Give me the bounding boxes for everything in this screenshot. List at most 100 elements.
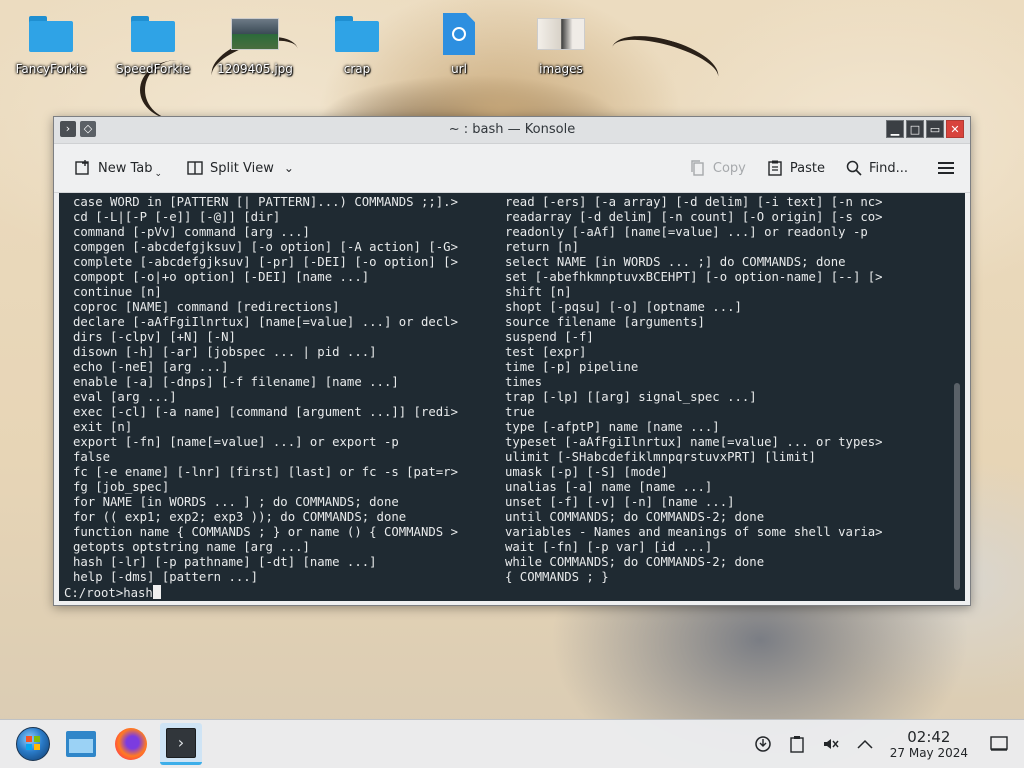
clock[interactable]: 02:42 27 May 2024 [889, 727, 968, 760]
terminal-line: exec [-cl] [-a name] [command [argument … [73, 405, 458, 419]
image-thumbnail-icon [231, 18, 279, 50]
new-tab-label: New Tab [98, 160, 153, 176]
clipboard-icon[interactable] [786, 733, 808, 755]
terminal-line: unalias [-a] name [name ...] [505, 480, 713, 494]
show-desktop-icon[interactable] [988, 733, 1010, 755]
folder-icon [29, 16, 73, 52]
chevron-down-icon: ⌄ [283, 161, 294, 175]
terminal-line: coproc [NAME] command [redirections] [73, 300, 340, 314]
desktop-icon-images[interactable]: images [513, 10, 609, 76]
terminal-line: help [-dms] [pattern ...] [73, 570, 259, 584]
terminal-line: wait [-fn] [-p var] [id ...] [505, 540, 713, 554]
terminal-line: set [-abefhkmnptuvxBCEHPT] [-o option-na… [505, 270, 883, 284]
desktop-icon-crap[interactable]: crap [309, 10, 405, 76]
konsole-toolbar: New Tab ⌄ Split View ⌄ Copy Paste Find..… [54, 144, 970, 193]
paste-label: Paste [789, 160, 825, 176]
split-view-label: Split View [210, 160, 274, 176]
paste-button[interactable]: Paste [766, 159, 825, 177]
terminal-output-left-column: case WORD in [PATTERN [| PATTERN]...) CO… [73, 195, 503, 585]
copy-button[interactable]: Copy [689, 159, 746, 177]
terminal-line: continue [n] [73, 285, 162, 299]
terminal-line: suspend [-f] [505, 330, 594, 344]
desktop-icon-label: crap [343, 62, 371, 76]
terminal-line: until COMMANDS; do COMMANDS-2; done [505, 510, 765, 524]
folder-icon [335, 16, 379, 52]
start-menu-button[interactable] [12, 723, 54, 765]
text-cursor [152, 585, 161, 599]
split-view-icon [187, 161, 203, 175]
hamburger-menu-icon[interactable] [938, 162, 954, 174]
terminal-line: dirs [-clpv] [+N] [-N] [73, 330, 236, 344]
file-manager-button[interactable] [60, 723, 102, 765]
firefox-button[interactable] [110, 723, 152, 765]
terminal-line: declare [-aAfFgiIlnrtux] [name[=value] .… [73, 315, 458, 329]
terminal-line: { COMMANDS ; } [505, 570, 609, 584]
desktop-icon-label: url [451, 62, 467, 76]
terminal-line: echo [-neE] [arg ...] [73, 360, 229, 374]
terminal-line: test [expr] [505, 345, 587, 359]
desktop-icon-label: FancyForkie [15, 62, 87, 76]
network-icon[interactable] [752, 733, 774, 755]
terminal-line: disown [-h] [-ar] [jobspec ... | pid ...… [73, 345, 377, 359]
terminal-line: umask [-p] [-S] [mode] [505, 465, 668, 479]
terminal-line: for (( exp1; exp2; exp3 )); do COMMANDS;… [73, 510, 407, 524]
terminal-line: variables - Names and meanings of some s… [505, 525, 883, 539]
terminal-line: select NAME [in WORDS ... ;] do COMMANDS… [505, 255, 846, 269]
taskbar: › 02:42 27 May 2024 [0, 719, 1024, 768]
terminal-line: exit [n] [73, 420, 133, 434]
terminal-line: compgen [-abcdefgjksuv] [-o option] [-A … [73, 240, 458, 254]
clock-date: 27 May 2024 [889, 745, 968, 760]
desktop-icon-speedforkie[interactable]: SpeedForkie [105, 10, 201, 76]
desktop-icon-label: 1209405.jpg [217, 62, 293, 76]
find-label: Find... [868, 160, 908, 176]
search-icon [846, 160, 862, 176]
terminal-line: trap [-lp] [[arg] signal_spec ...] [505, 390, 757, 404]
maximize-button[interactable]: □ [906, 120, 924, 138]
terminal-line: readarray [-d delim] [-n count] [-O orig… [505, 210, 883, 224]
new-tab-button[interactable]: New Tab ⌄ [74, 159, 166, 179]
new-tab-icon [75, 160, 89, 175]
copy-label: Copy [712, 160, 746, 176]
terminal-line: readonly [-aAf] [name[=value] ...] or re… [505, 225, 868, 239]
konsole-task-button[interactable]: › [160, 723, 202, 765]
terminal-line: type [-afptP] name [name ...] [505, 420, 720, 434]
desktop-icon-label: images [539, 62, 583, 76]
terminal-line: fc [-e ename] [-lnr] [first] [last] or f… [73, 465, 458, 479]
dropdown-arrow-icon: ⌄ [154, 169, 163, 179]
terminal-line: time [-p] pipeline [505, 360, 639, 374]
split-view-button[interactable]: Split View ⌄ [186, 159, 294, 177]
minimize-button[interactable]: ▁ [886, 120, 904, 138]
terminal-line: times [505, 375, 543, 389]
terminal-line: while COMMANDS; do COMMANDS-2; done [505, 555, 765, 569]
folder-icon [131, 16, 175, 52]
clock-time: 02:42 [907, 727, 951, 746]
paste-icon [768, 160, 782, 176]
desktop-icon-1209405-jpg[interactable]: 1209405.jpg [207, 10, 303, 76]
terminal-line: cd [-L|[-P [-e]] [-@]] [dir] [73, 210, 281, 224]
window-title: ~ : bash — Konsole [448, 122, 576, 137]
terminal-line: true [505, 405, 535, 419]
terminal-output-right-column: read [-ers] [-a array] [-d delim] [-i te… [505, 195, 935, 585]
terminal-line: source filename [arguments] [505, 315, 705, 329]
terminal-view[interactable]: case WORD in [PATTERN [| PATTERN]...) CO… [59, 193, 965, 601]
copy-icon [691, 160, 704, 176]
close-button[interactable]: ✕ [946, 120, 964, 138]
find-button[interactable]: Find... [845, 159, 908, 177]
image-thumbnail-icon [537, 18, 585, 50]
terminal-line: compopt [-o|+o option] [-DEI] [name ...] [73, 270, 370, 284]
volume-muted-icon[interactable] [820, 733, 842, 755]
terminal-scrollbar[interactable] [954, 383, 960, 590]
start-menu-icon [16, 727, 50, 761]
terminal-prompt-line[interactable]: C:/root>hash [64, 585, 161, 601]
terminal-line: typeset [-aAfFgiIlnrtux] name[=value] ..… [505, 435, 883, 449]
terminal-line: fg [job_spec] [73, 480, 170, 494]
window-titlebar[interactable]: › ◇ ~ : bash — Konsole ▁ □ ▭ ✕ [54, 117, 970, 144]
terminal-line: hash [-lr] [-p pathname] [-dt] [name ...… [73, 555, 377, 569]
terminal-line: getopts optstring name [arg ...] [73, 540, 310, 554]
desktop-icon-url[interactable]: url [411, 10, 507, 76]
desktop-icon-label: SpeedForkie [115, 62, 191, 76]
chevron-up-icon[interactable] [854, 733, 876, 755]
firefox-icon [115, 728, 147, 760]
desktop-icon-fancyforkie[interactable]: FancyForkie [3, 10, 99, 76]
unmaximize-icon[interactable]: ▭ [926, 120, 944, 138]
